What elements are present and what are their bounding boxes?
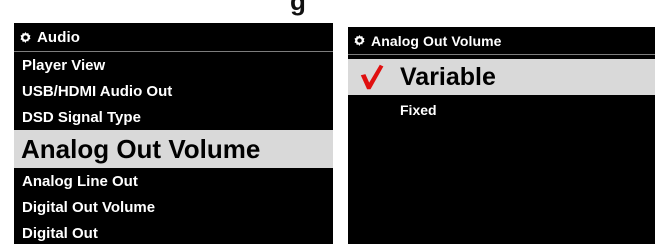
analog-out-volume-panel: Analog Out Volume Variable Fixed	[348, 27, 655, 244]
menu-item-digital-out-volume[interactable]: Digital Out Volume	[14, 194, 333, 220]
clipped-title-fragment: g	[290, 0, 306, 16]
option-fixed[interactable]: Fixed	[348, 95, 655, 124]
option-label: Fixed	[400, 101, 437, 118]
audio-settings-panel: Audio Player View USB/HDMI Audio Out DSD…	[14, 23, 333, 244]
menu-item-label: Digital Out	[22, 224, 98, 242]
menu-item-label: Analog Line Out	[22, 172, 138, 190]
menu-item-analog-line-out[interactable]: Analog Line Out	[14, 168, 333, 194]
option-label: Variable	[400, 62, 496, 91]
gear-icon	[353, 34, 366, 47]
audio-menu-list: Player View USB/HDMI Audio Out DSD Signa…	[14, 52, 333, 244]
analog-out-volume-header: Analog Out Volume	[348, 27, 655, 55]
audio-panel-title: Audio	[37, 28, 80, 46]
menu-item-digital-out[interactable]: Digital Out	[14, 220, 333, 244]
audio-panel-header: Audio	[14, 23, 333, 52]
menu-item-usb-hdmi-audio-out[interactable]: USB/HDMI Audio Out	[14, 78, 333, 104]
menu-item-label: DSD Signal Type	[22, 108, 141, 126]
analog-out-volume-title: Analog Out Volume	[371, 32, 502, 49]
option-variable[interactable]: Variable	[348, 59, 655, 95]
gear-icon	[19, 31, 32, 44]
menu-item-label: USB/HDMI Audio Out	[22, 82, 173, 100]
menu-item-label: Analog Out Volume	[21, 133, 261, 164]
menu-item-label: Player View	[22, 56, 106, 74]
menu-item-analog-out-volume[interactable]: Analog Out Volume	[14, 130, 333, 168]
checkmark-icon	[360, 64, 384, 90]
menu-item-label: Digital Out Volume	[22, 198, 156, 216]
menu-item-dsd-signal-type[interactable]: DSD Signal Type	[14, 104, 333, 130]
menu-item-player-view[interactable]: Player View	[14, 52, 333, 78]
